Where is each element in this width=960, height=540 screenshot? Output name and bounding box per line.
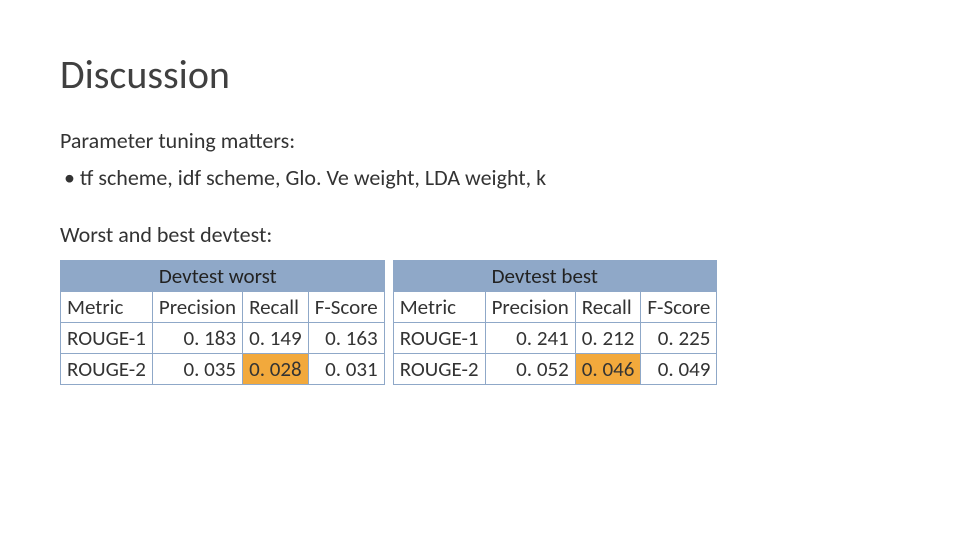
table-header-row: Metric Precision Recall F-Score [393, 292, 717, 323]
cell-precision: 0. 052 [485, 354, 575, 385]
cell-fscore: 0. 163 [308, 323, 384, 354]
cell-metric: ROUGE-2 [393, 354, 485, 385]
table-devtest-worst: Devtest worst Metric Precision Recall F-… [60, 260, 385, 385]
cell-metric: ROUGE-1 [393, 323, 485, 354]
blank-cell [61, 261, 153, 292]
table-header-row: Metric Precision Recall F-Score [61, 292, 385, 323]
bullet-params: • tf scheme, idf scheme, Glo. Ve weight,… [64, 164, 900, 191]
cell-fscore: 0. 031 [308, 354, 384, 385]
col-precision: Precision [485, 292, 575, 323]
table-title-row: Devtest worst [61, 261, 385, 292]
cell-recall: 0. 212 [575, 323, 641, 354]
cell-precision: 0. 241 [485, 323, 575, 354]
col-recall: Recall [243, 292, 309, 323]
cell-recall-highlight: 0. 046 [575, 354, 641, 385]
table-row: ROUGE-1 0. 183 0. 149 0. 163 [61, 323, 385, 354]
cell-recall-highlight: 0. 028 [243, 354, 309, 385]
table-row: ROUGE-2 0. 052 0. 046 0. 049 [393, 354, 717, 385]
table-title-row: Devtest best [393, 261, 717, 292]
cell-fscore: 0. 225 [641, 323, 717, 354]
col-metric: Metric [393, 292, 485, 323]
col-fscore: F-Score [308, 292, 384, 323]
tables-row: Devtest worst Metric Precision Recall F-… [60, 260, 900, 385]
paragraph-tuning: Parameter tuning matters: [60, 127, 900, 154]
table-row: ROUGE-1 0. 241 0. 212 0. 225 [393, 323, 717, 354]
cell-precision: 0. 035 [152, 354, 242, 385]
table-title: Devtest worst [152, 261, 384, 292]
col-fscore: F-Score [641, 292, 717, 323]
cell-recall: 0. 149 [243, 323, 309, 354]
col-recall: Recall [575, 292, 641, 323]
blank-cell [393, 261, 485, 292]
paragraph-worst-best: Worst and best devtest: [60, 221, 900, 248]
cell-fscore: 0. 049 [641, 354, 717, 385]
cell-metric: ROUGE-1 [61, 323, 153, 354]
slide: Discussion Parameter tuning matters: • t… [0, 0, 960, 425]
page-title: Discussion [60, 50, 900, 99]
col-metric: Metric [61, 292, 153, 323]
table-title: Devtest best [485, 261, 717, 292]
cell-precision: 0. 183 [152, 323, 242, 354]
table-row: ROUGE-2 0. 035 0. 028 0. 031 [61, 354, 385, 385]
col-precision: Precision [152, 292, 242, 323]
cell-metric: ROUGE-2 [61, 354, 153, 385]
table-devtest-best: Devtest best Metric Precision Recall F-S… [393, 260, 718, 385]
